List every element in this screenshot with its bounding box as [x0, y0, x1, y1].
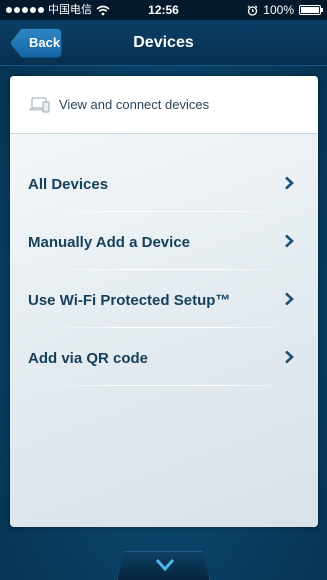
devices-card: View and connect devices All Devices Man… — [10, 76, 318, 527]
menu-item-wifi-protected-setup[interactable]: Use Wi-Fi Protected Setup™ — [10, 271, 318, 329]
bottom-expand-tab[interactable] — [117, 551, 210, 580]
menu-item-label: Add via QR code — [28, 349, 149, 367]
battery-icon — [299, 5, 323, 15]
menu-item-manually-add-device[interactable]: Manually Add a Device — [10, 213, 318, 271]
divider — [50, 385, 290, 386]
chevron-right-icon — [285, 176, 294, 190]
menu-item-add-via-qr-code[interactable]: Add via QR code — [10, 329, 318, 387]
chevron-right-icon — [285, 292, 294, 306]
card-header-text: View and connect devices — [59, 97, 210, 112]
menu-item-all-devices[interactable]: All Devices — [10, 155, 318, 213]
chevron-right-icon — [285, 350, 294, 364]
navigation-bar: Devices Back — [0, 20, 327, 66]
card-header: View and connect devices — [10, 76, 318, 134]
menu-item-label: Use Wi-Fi Protected Setup™ — [28, 291, 231, 309]
divider — [50, 269, 290, 270]
chevron-right-icon — [285, 234, 294, 248]
status-bar: 中国电信 12:56 100% — [0, 0, 327, 20]
divider — [50, 211, 290, 212]
menu-item-label: Manually Add a Device — [28, 233, 190, 251]
battery-percentage: 100% — [263, 3, 294, 17]
alarm-icon — [247, 5, 258, 16]
devices-icon — [29, 97, 50, 112]
status-right: 100% — [247, 0, 323, 20]
menu-item-label: All Devices — [28, 175, 109, 193]
chevron-down-icon — [155, 559, 175, 572]
divider — [50, 327, 290, 328]
